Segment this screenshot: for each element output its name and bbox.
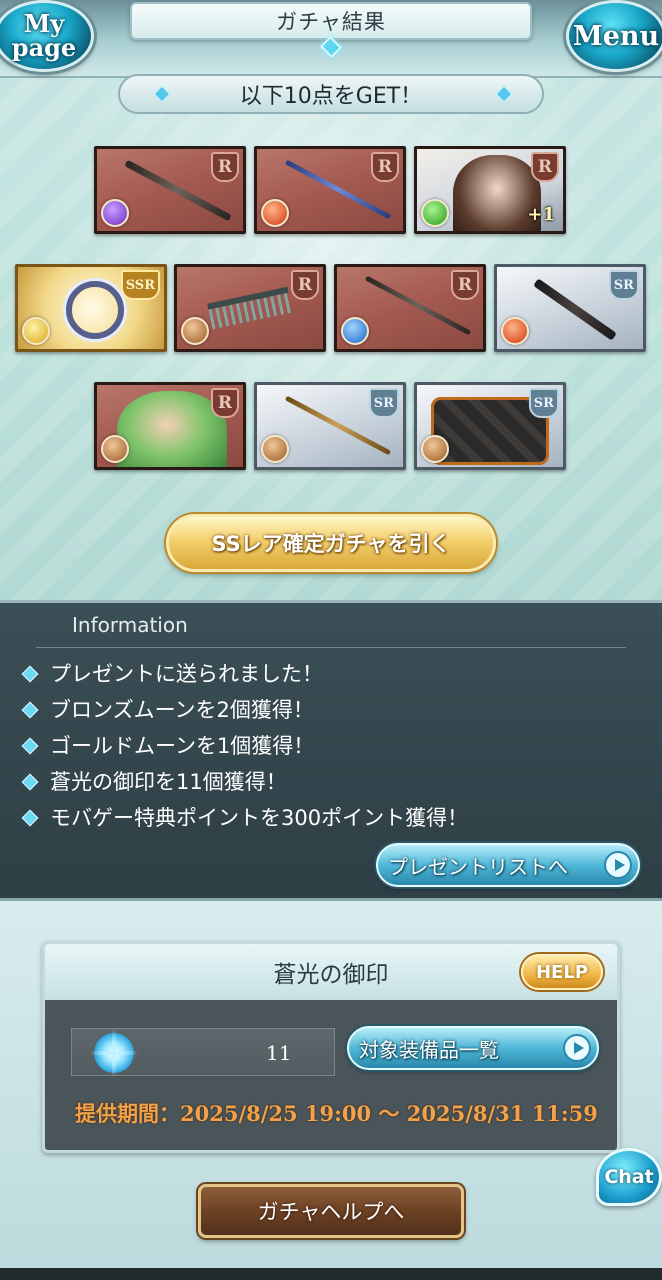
present-list-label: プレゼントリストへ [388,854,568,879]
item-card[interactable]: R [334,264,486,352]
scythe-icon [533,278,617,341]
rarity-badge: R [211,388,239,418]
arrow-right-icon [604,851,632,879]
seal-count-box: 11 [71,1028,335,1077]
info-text: ブロンズムーンを2個獲得！ [50,698,314,722]
fire-element-icon [261,199,289,227]
dark-element-icon [101,199,129,227]
result-banner: 以下10点をGET！ [118,74,544,114]
target-equipment-label: 対象装備品一覧 [359,1037,499,1062]
item-card[interactable]: R [94,146,246,234]
earth-element-icon [181,317,209,345]
gacha-help-button[interactable]: ガチャヘルプへ [198,1184,464,1238]
divider [36,647,626,648]
rarity-badge: SR [528,388,559,418]
gem-bullet-icon [21,737,39,755]
wheel-summon-icon [66,281,124,339]
offer-period: 提供期間：2025/8/25 19:00 〜 2025/8/31 11:59 [75,1101,598,1126]
list-item: プレゼントに送られました！ [20,655,468,691]
list-item: ブロンズムーンを2個獲得！ [20,691,468,727]
rarity-badge: R [211,152,239,182]
info-text: プレゼントに送られました！ [50,662,323,686]
arrow-right-icon [563,1034,591,1062]
menu-label: Menu [572,20,660,52]
chat-button[interactable]: Chat [596,1148,662,1206]
wind-element-icon [421,199,449,227]
information-panel: Information プレゼントに送られました！ ブロンズムーンを2個獲得！ … [0,600,662,898]
rarity-badge: SSR [120,270,160,300]
rarity-badge: R [451,270,479,300]
item-card[interactable]: SSR [15,264,167,352]
seal-title-text: 蒼光の御印 [273,962,389,988]
plus-bonus-badge: +1 [527,204,555,225]
water-element-icon [341,317,369,345]
fire-element-icon [501,317,529,345]
mypage-label: My page [11,9,77,62]
rarity-badge: SR [608,270,639,300]
gem-right-icon [495,85,513,103]
ssr-guaranteed-gacha-button[interactable]: SSレア確定ガチャを引く [166,514,496,572]
seal-count: 11 [266,1041,292,1065]
item-card[interactable]: R [174,264,326,352]
gem-bullet-icon [21,701,39,719]
rarity-badge: R [371,152,399,182]
bottom-strip [0,1268,662,1280]
page-title: ガチャ結果 [130,2,532,40]
earth-element-icon [261,435,289,463]
item-card[interactable]: R [94,382,246,470]
menu-button[interactable]: Menu [566,0,662,72]
result-banner-text: 以下10点をGET！ [239,84,423,109]
rarity-badge: R [291,270,319,300]
information-title: Information [72,613,188,637]
info-text: モバゲー特典ポイントを300ポイント獲得！ [50,806,469,830]
earth-element-icon [421,435,449,463]
info-text: 蒼光の御印を11個獲得！ [50,770,287,794]
rarity-badge: R [531,152,559,182]
item-card[interactable]: R +1 [414,146,566,234]
gem-bullet-icon [21,665,39,683]
gem-bullet-icon [21,773,39,791]
rarity-badge: SR [368,388,399,418]
header-bar: My page ガチャ結果 Menu [0,0,662,78]
item-card[interactable]: R [254,146,406,234]
light-element-icon [22,317,50,345]
help-button[interactable]: HELP [521,954,603,990]
item-card[interactable]: SR [494,264,646,352]
list-item: 蒼光の御印を11個獲得！ [20,763,468,799]
info-text: ゴールドムーンを1個獲得！ [50,734,315,758]
list-item: モバゲー特典ポイントを300ポイント獲得！ [20,799,468,835]
mypage-button[interactable]: My page [0,0,94,72]
earth-element-icon [101,435,129,463]
gem-bullet-icon [21,809,39,827]
seal-panel: 蒼光の御印 HELP 11 対象装備品一覧 提供期間：2025/8/25 19:… [42,941,620,1153]
gem-left-icon [153,85,171,103]
target-equipment-list-button[interactable]: 対象装備品一覧 [347,1026,599,1070]
list-item: ゴールドムーンを1個獲得！ [20,727,468,763]
comb-icon [207,286,293,330]
present-list-button[interactable]: プレゼントリストへ [376,843,640,887]
item-card[interactable]: SR [414,382,566,470]
item-card[interactable]: SR [254,382,406,470]
information-list: プレゼントに送られました！ ブロンズムーンを2個獲得！ ゴールドムーンを1個獲得… [20,655,468,835]
seal-star-icon [94,1029,134,1077]
